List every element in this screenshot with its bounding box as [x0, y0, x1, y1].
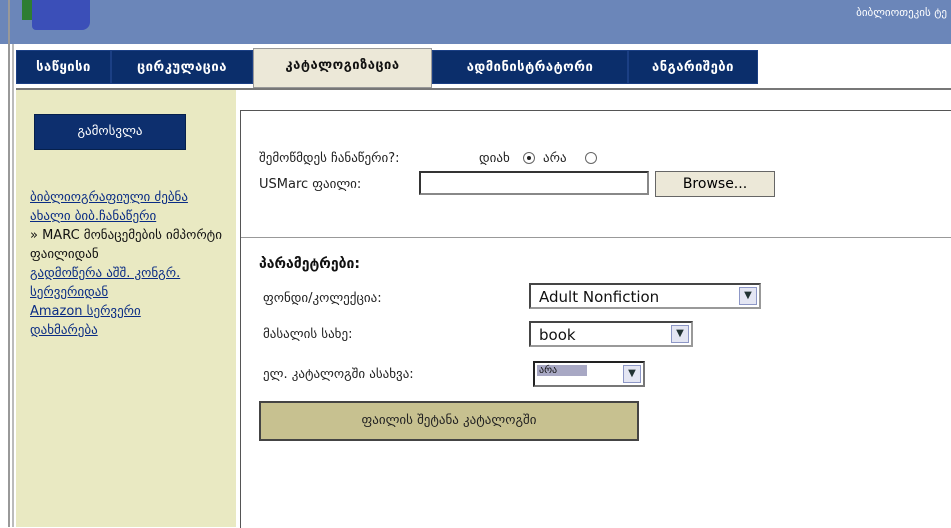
- chevron-down-icon: ▼: [739, 287, 757, 305]
- parameters-heading: პარამეტრები:: [259, 256, 360, 272]
- material-type-value: book: [539, 326, 576, 344]
- sidebar-links: ბიბლიოგრაფიული ძებნა ახალი ბიბ.ჩანაწერი …: [30, 188, 230, 340]
- radio-no[interactable]: [585, 152, 597, 164]
- sidebar-item-bibliographic-search[interactable]: ბიბლიოგრაფიული ძებნა: [30, 188, 230, 207]
- opac-label: ელ. კატალოგში ასახვა:: [263, 367, 414, 382]
- material-type-select[interactable]: book ▼: [529, 321, 693, 347]
- tab-home[interactable]: საწყისი: [16, 50, 111, 84]
- app-logo: [22, 0, 94, 32]
- tab-cataloging[interactable]: კატალოგიზაცია: [253, 48, 432, 88]
- radio-yes[interactable]: [523, 152, 535, 164]
- test-load-label: შემოწმდეს ჩანაწერი?:: [259, 151, 400, 166]
- collection-select[interactable]: Adult Nonfiction ▼: [529, 283, 761, 309]
- top-header: ბიბლიოთეკის ტე: [0, 0, 951, 44]
- collection-value: Adult Nonfiction: [539, 288, 660, 306]
- import-form: შემოწმდეს ჩანაწერი?: დიახ არა USMarc ფაი…: [240, 110, 951, 528]
- main-tabs: საწყისი ცირკულაცია კატალოგიზაცია ადმინის…: [16, 44, 951, 90]
- sidebar-item-loc-download[interactable]: გადმოწერა აშშ. კონგრ. სერვერიდან: [30, 264, 230, 302]
- tab-administrator[interactable]: ადმინისტრატორი: [432, 50, 628, 84]
- sidebar-item-help[interactable]: დახმარება: [30, 321, 230, 340]
- sidebar-item-new-record[interactable]: ახალი ბიბ.ჩანაწერი: [30, 207, 230, 226]
- opac-value: არა: [537, 365, 588, 376]
- section-divider: [241, 237, 951, 238]
- left-border-inner: [12, 44, 14, 527]
- yes-label: დიახ: [479, 151, 510, 166]
- tab-circulation[interactable]: ცირკულაცია: [111, 50, 253, 84]
- no-label: არა: [543, 151, 567, 166]
- opac-select[interactable]: არა ▼: [533, 361, 645, 387]
- collection-label: ფონდი/კოლექცია:: [263, 291, 382, 306]
- logout-button[interactable]: გამოსვლა: [34, 114, 186, 150]
- left-border: [8, 0, 10, 527]
- header-title: ბიბლიოთეკის ტე: [856, 6, 947, 19]
- usmarc-file-label: USMarc ფაილი:: [259, 177, 362, 192]
- sidebar-item-amazon-server[interactable]: Amazon სერვერი: [30, 302, 230, 321]
- import-file-button[interactable]: ფაილის შეტანა კატალოგში: [259, 401, 639, 441]
- chevron-down-icon: ▼: [671, 325, 689, 343]
- sidebar: გამოსვლა ბიბლიოგრაფიული ძებნა ახალი ბიბ.…: [16, 90, 236, 527]
- tab-reports[interactable]: ანგარიშები: [628, 50, 758, 84]
- material-type-label: მასალის სახე:: [263, 327, 353, 342]
- usmarc-file-input[interactable]: [419, 171, 649, 195]
- sidebar-item-marc-import: » MARC მონაცემების იმპორტი ფაილიდან: [30, 228, 222, 262]
- chevron-down-icon: ▼: [623, 365, 641, 383]
- browse-button[interactable]: Browse...: [655, 171, 775, 197]
